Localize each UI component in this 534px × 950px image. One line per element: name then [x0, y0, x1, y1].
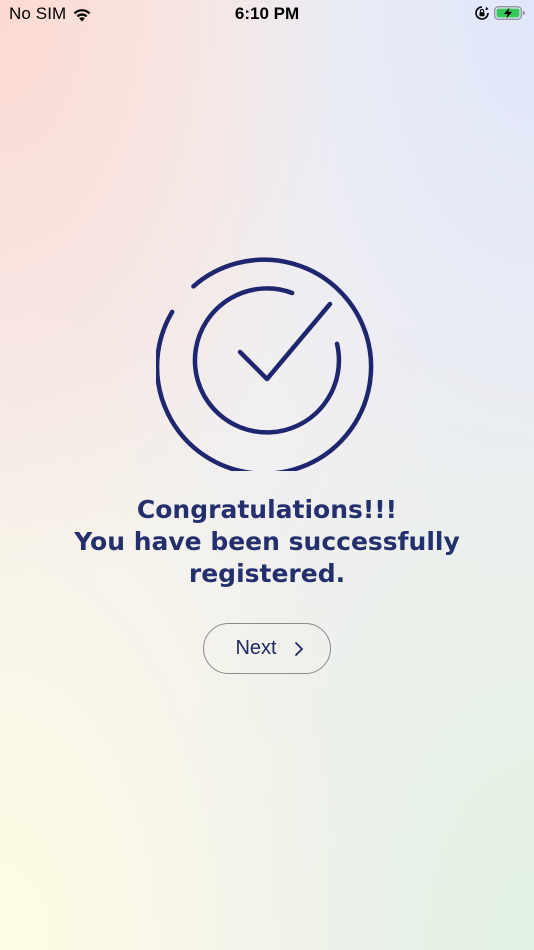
registered-line: registered. [188, 559, 346, 588]
status-right [474, 5, 526, 21]
congratulations-line: Congratulations!!! [136, 495, 398, 524]
success-line: You have been successfully [74, 527, 460, 556]
success-message: Congratulations!!! You have been success… [37, 494, 497, 590]
next-button-label: Next [235, 637, 277, 659]
chevron-right-icon [294, 641, 303, 656]
status-time: 6:10 PM [234, 4, 300, 23]
rotation-lock-icon [475, 6, 489, 20]
battery-charging-icon [494, 6, 525, 20]
next-button[interactable]: Next [203, 623, 331, 674]
status-bar: No SIM 6:10 PM [0, 0, 534, 28]
checkmark-circle-icon [156, 257, 374, 471]
